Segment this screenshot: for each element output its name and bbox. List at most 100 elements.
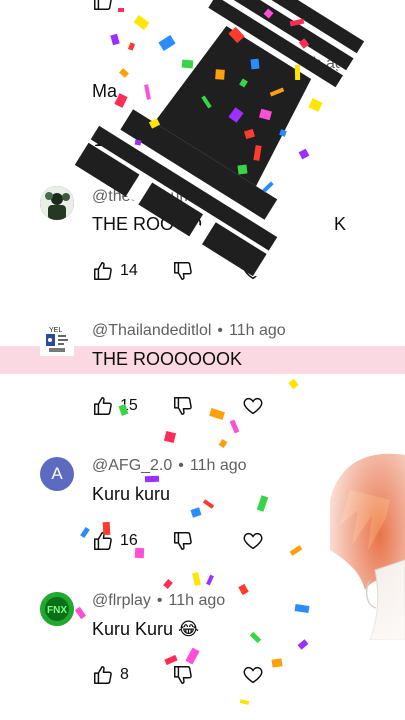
dislike-button[interactable] [172,260,194,282]
comment-text: Kuru kuru [92,484,171,504]
confetti-piece [244,128,255,140]
confetti-piece [256,495,269,512]
confetti-piece [250,58,260,70]
confetti-piece [288,378,299,390]
confetti-piece [201,95,212,109]
comment-actions: 15 [92,395,263,417]
comment-meta: @flrplay • 11h ago [92,592,225,610]
comment-actions: 21 [92,126,138,148]
comment-text: Kuru Kuru 😂 [92,619,200,639]
anime-character-overlay [320,430,405,640]
avatar[interactable]: YEL [40,322,74,356]
comment-meta: @Thailandeditlol • 11h ago [92,322,286,340]
dislike-button[interactable] [172,530,194,552]
confetti-piece [144,84,151,100]
avatar-label: FNX [47,605,67,616]
confetti-piece [80,526,90,539]
confetti-piece [118,8,124,12]
confetti-piece [279,129,287,137]
meta-separator: • [156,592,163,609]
avatar[interactable]: A [40,457,74,491]
confetti-piece [289,545,303,556]
thumb-up-icon [94,532,112,550]
thumb-up-icon [94,0,112,10]
heart-button[interactable] [242,530,264,552]
thumb-down-icon [174,262,192,280]
like-button[interactable]: 21 [92,126,138,148]
comment-author[interactable]: @thedarkhuma [92,188,202,205]
meta-separator: • [178,457,184,474]
like-count: 14 [120,262,138,279]
confetti-piece [163,430,177,444]
comment-author[interactable]: @flrplay [92,592,151,609]
avatar-label: YEL [49,327,62,334]
thumb-down-icon [174,397,192,415]
meta-separator: • [217,322,224,339]
comment-meta: 11h ago [296,55,353,73]
confetti-piece [228,107,244,123]
dislike-button[interactable] [172,395,194,417]
confetti-piece [259,108,272,121]
confetti-piece [239,699,250,705]
thumb-up-icon [94,397,112,415]
confetti-piece [263,8,274,19]
like-button[interactable]: 8 [92,664,129,686]
comment-time: 11h ago [296,55,353,72]
confetti-piece [190,507,202,518]
confetti-piece [202,499,215,509]
thumb-down-icon [174,532,192,550]
confetti-piece [297,639,309,650]
comment-meta: @AFG_2.0 • 11h ago [92,457,247,475]
confetti-piece [119,68,129,78]
heart-button[interactable] [242,395,264,417]
comment-text: THE ROOOO K [92,214,346,235]
comment-author[interactable]: @AFG_2.0 [92,457,172,474]
comment-author[interactable]: @Thailandeditlol [92,322,211,339]
comment-actions: 14 [92,260,263,282]
confetti-piece [249,631,262,644]
avatar[interactable]: B [40,54,74,88]
confetti-piece [192,571,201,587]
comment-text: Ma [92,81,118,101]
heart-button[interactable] [242,260,264,282]
confetti-piece [163,579,173,589]
confetti-piece [185,647,200,665]
comment-actions: 8 [92,664,263,686]
like-count: 8 [120,666,129,683]
avatar-image-icon: YEL [46,327,68,352]
confetti-piece [158,35,176,51]
heart-icon [243,666,263,684]
comment-meta: @thedarkhuma [92,188,202,206]
avatar[interactable] [40,186,74,220]
like-button[interactable] [92,0,114,12]
confetti-piece [74,606,87,620]
avatar-image-icon [40,186,74,220]
like-button[interactable]: 16 [92,530,138,552]
confetti-piece [144,475,160,483]
avatar[interactable]: FNX [40,592,74,626]
like-count: 16 [120,532,138,549]
dislike-button[interactable] [172,664,194,686]
confetti-piece [148,118,161,129]
confetti-piece [253,145,262,161]
like-count: 21 [120,128,138,145]
avatar-image-icon: FNX [40,592,74,626]
heart-icon [243,532,263,550]
comment-time: 11h ago [189,457,247,474]
like-button[interactable]: 15 [92,395,138,417]
confetti-piece [181,59,194,69]
comment-text-start: THE ROOOO [92,214,203,234]
heart-icon [243,397,263,415]
heart-icon [243,262,263,280]
confetti-piece [218,438,228,449]
comment-text-end: K [334,214,347,234]
confetti-piece [271,658,283,668]
confetti-piece [308,98,323,112]
confetti-piece [239,78,248,88]
confetti-piece [229,419,240,434]
confetti-piece [133,14,150,31]
confetti-piece [298,38,310,49]
confetti-piece [228,26,245,44]
like-button[interactable]: 14 [92,260,138,282]
heart-button[interactable] [242,664,264,686]
